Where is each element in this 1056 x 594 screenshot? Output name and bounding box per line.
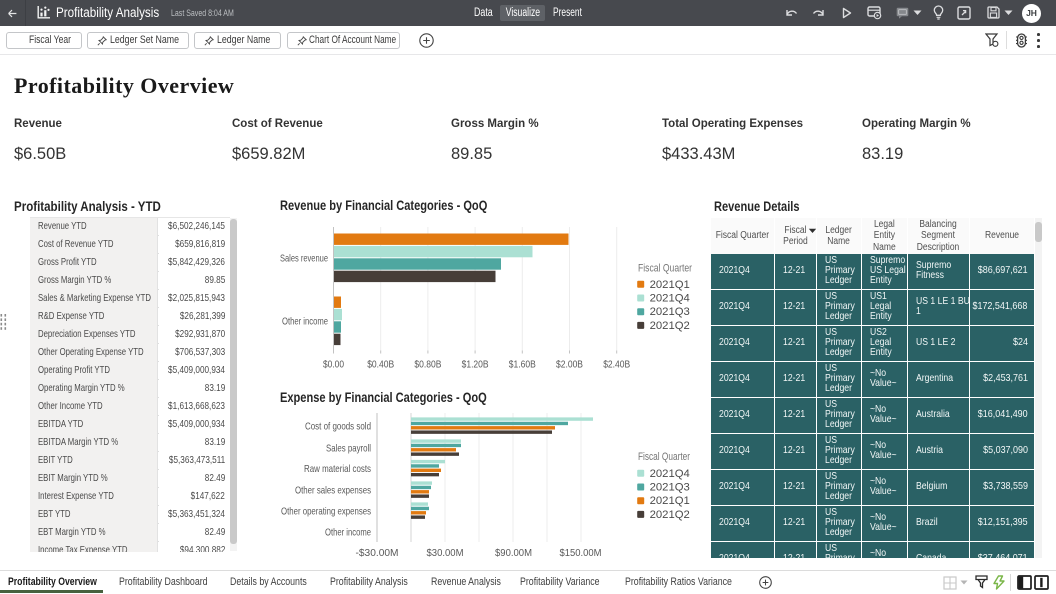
svg-text:$1.20B: $1.20B (462, 360, 489, 371)
svg-text:Fiscal Quarter: Fiscal Quarter (638, 451, 690, 463)
svg-text:2021Q3: 2021Q3 (650, 482, 690, 494)
svg-text:Cost of goods sold: Cost of goods sold (305, 421, 371, 433)
svg-text:2021Q4: 2021Q4 (650, 468, 690, 480)
svg-text:2021Q1: 2021Q1 (650, 279, 690, 291)
svg-text:$2.40B: $2.40B (603, 360, 630, 371)
svg-text:$90.00M: $90.00M (495, 548, 532, 559)
svg-text:$150.00M: $150.00M (560, 548, 602, 559)
svg-text:2021Q4: 2021Q4 (650, 293, 690, 305)
svg-text:Sales payroll: Sales payroll (326, 443, 371, 455)
svg-text:$0.40B: $0.40B (367, 360, 394, 371)
svg-text:2021Q2: 2021Q2 (650, 509, 690, 521)
svg-text:-$30.00M: -$30.00M (356, 548, 399, 559)
svg-text:Raw material costs: Raw material costs (304, 463, 371, 475)
svg-text:Other income: Other income (325, 527, 371, 539)
svg-text:$0.00: $0.00 (323, 360, 344, 371)
svg-text:Other sales expenses: Other sales expenses (295, 485, 371, 497)
svg-text:$30.00M: $30.00M (427, 548, 464, 559)
svg-text:Other income: Other income (282, 316, 328, 328)
svg-text:Other operating expenses: Other operating expenses (281, 506, 371, 518)
svg-text:Fiscal Quarter: Fiscal Quarter (638, 263, 692, 275)
svg-text:$1.60B: $1.60B (509, 360, 536, 371)
svg-text:Sales revenue: Sales revenue (280, 253, 328, 265)
svg-text:$0.80B: $0.80B (414, 360, 441, 371)
svg-text:2021Q1: 2021Q1 (650, 495, 690, 507)
svg-text:$2.00B: $2.00B (556, 360, 583, 371)
svg-text:2021Q2: 2021Q2 (650, 320, 690, 332)
svg-text:2021Q3: 2021Q3 (650, 306, 690, 318)
